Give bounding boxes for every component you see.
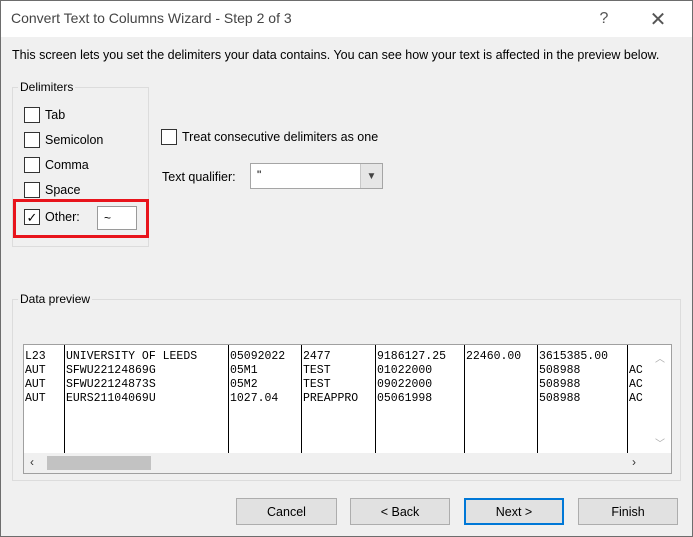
preview-cell: 3615385.00: [539, 350, 609, 363]
data-preview-grid[interactable]: L23 AUT AUT AUT UNIVERSITY OF LEEDS SFWU22124…: [23, 344, 672, 474]
preview-cell: EURS21104069U: [66, 392, 156, 405]
checkbox-box[interactable]: [24, 107, 40, 123]
next-button[interactable]: Next >: [464, 498, 564, 525]
preview-cell: UNIVERSITY OF LEEDS: [66, 350, 198, 363]
space-checkbox[interactable]: Space: [24, 180, 80, 200]
preview-cell: TEST: [303, 378, 331, 391]
tab-checkbox[interactable]: Tab: [24, 105, 65, 125]
preview-cell: 508988: [539, 378, 581, 391]
preview-cell: L23: [25, 350, 46, 363]
back-button[interactable]: < Back: [350, 498, 450, 525]
semicolon-checkbox[interactable]: Semicolon: [24, 130, 103, 150]
checkbox-label: Space: [45, 183, 81, 197]
preview-cell: PREAPPRO: [303, 392, 359, 405]
preview-column[interactable]: L23 AUT AUT AUT: [24, 345, 65, 453]
preview-column[interactable]: 3615385.00 508988 508988 508988: [538, 345, 628, 453]
checkbox-box[interactable]: [161, 129, 177, 145]
text-qualifier-select[interactable]: " ▼: [250, 163, 383, 189]
preview-cell: 05092022: [230, 350, 286, 363]
data-preview-label: Data preview: [18, 292, 93, 306]
preview-column[interactable]: 05092022 05M1 05M2 1027.04: [229, 345, 302, 453]
checkbox-label: Semicolon: [45, 133, 104, 147]
preview-column[interactable]: 9186127.25 01022000 09022000 05061998: [376, 345, 465, 453]
preview-cell: AUT: [25, 392, 46, 405]
window-title: Convert Text to Columns Wizard - Step 2 …: [11, 10, 292, 26]
title-bar: Convert Text to Columns Wizard - Step 2 …: [1, 1, 692, 37]
preview-cell: SFWU22124869G: [66, 364, 156, 377]
checkbox-label: Tab: [45, 108, 66, 122]
text-qualifier-value: ": [257, 168, 262, 182]
checkbox-box[interactable]: [24, 157, 40, 173]
comma-checkbox[interactable]: Comma: [24, 155, 89, 175]
preview-cell: AUT: [25, 364, 46, 377]
vertical-scrollbar[interactable]: ︿ ﹀: [651, 345, 671, 453]
scroll-left-icon[interactable]: ‹: [30, 455, 34, 469]
preview-cell: 01022000: [377, 364, 433, 377]
scroll-thumb[interactable]: [47, 456, 151, 470]
preview-cell: 05M2: [230, 378, 258, 391]
close-icon[interactable]: ✕: [641, 5, 675, 33]
preview-cell: 22460.00: [466, 350, 522, 363]
checkbox-box[interactable]: [24, 132, 40, 148]
checkbox-label: Treat consecutive delimiters as one: [182, 130, 379, 144]
preview-cell: SFWU22124873S: [66, 378, 156, 391]
preview-cell: AC: [629, 378, 643, 391]
intro-text: This screen lets you set the delimiters …: [12, 48, 660, 62]
preview-cell: 508988: [539, 364, 581, 377]
checkbox-box[interactable]: [24, 182, 40, 198]
delimiters-group-label: Delimiters: [18, 80, 76, 94]
preview-cell: 1027.04: [230, 392, 279, 405]
preview-cell: AC: [629, 364, 643, 377]
checkbox-label: Comma: [45, 158, 89, 172]
preview-column[interactable]: 2477 TEST TEST PREAPPRO: [302, 345, 376, 453]
preview-cell: 09022000: [377, 378, 433, 391]
cancel-button[interactable]: Cancel: [236, 498, 337, 525]
preview-column[interactable]: 22460.00: [465, 345, 538, 453]
other-highlight-box: [13, 199, 149, 238]
preview-cell: TEST: [303, 364, 331, 377]
finish-button[interactable]: Finish: [578, 498, 678, 525]
preview-cell: 508988: [539, 392, 581, 405]
preview-cell: AUT: [25, 378, 46, 391]
preview-cell: 05M1: [230, 364, 258, 377]
scroll-right-icon[interactable]: ›: [632, 455, 636, 469]
text-qualifier-label: Text qualifier:: [162, 170, 236, 184]
preview-cell: 9186127.25: [377, 350, 447, 363]
help-icon[interactable]: ?: [587, 5, 621, 33]
preview-cell: 05061998: [377, 392, 433, 405]
preview-column[interactable]: AC AC AC: [628, 345, 648, 453]
scroll-down-icon[interactable]: ﹀: [655, 435, 665, 450]
chevron-down-icon[interactable]: ▼: [360, 164, 382, 188]
horizontal-scrollbar[interactable]: ‹ ›: [24, 453, 671, 473]
preview-column[interactable]: UNIVERSITY OF LEEDS SFWU22124869G SFWU2212…: [65, 345, 229, 453]
preview-cell: 2477: [303, 350, 331, 363]
preview-cell: AC: [629, 392, 643, 405]
scroll-up-icon[interactable]: ︿: [655, 350, 665, 365]
preview-columns: L23 AUT AUT AUT UNIVERSITY OF LEEDS SFWU22124…: [24, 345, 643, 453]
consecutive-delimiters-checkbox[interactable]: Treat consecutive delimiters as one: [161, 127, 378, 147]
wizard-dialog: Convert Text to Columns Wizard - Step 2 …: [0, 0, 693, 537]
